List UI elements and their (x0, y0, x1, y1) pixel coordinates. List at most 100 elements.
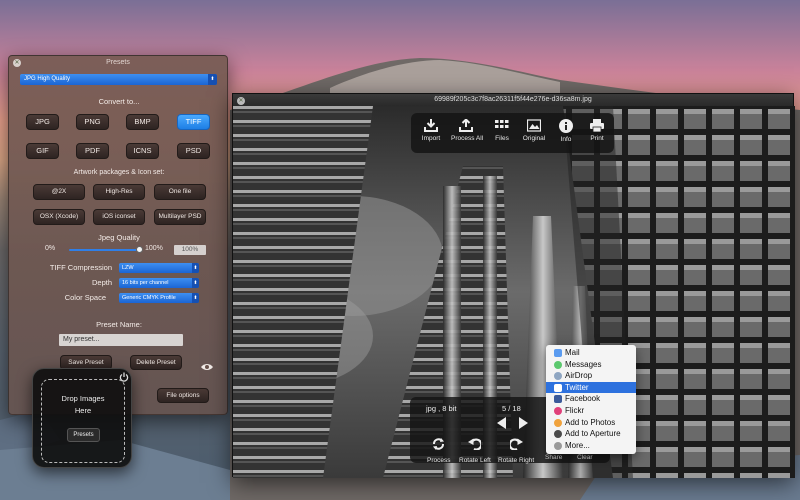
format-button-psd[interactable]: PSD (177, 143, 210, 159)
eye-icon[interactable] (201, 363, 213, 371)
drop-images-widget[interactable]: Drop Images Here Presets (32, 368, 132, 468)
mail-icon (554, 349, 562, 357)
format-button-tiff[interactable]: TIFF (177, 114, 210, 130)
artwork-button-highres[interactable]: High-Res (93, 184, 145, 200)
depth-select[interactable]: 16 bits per channel ⬍ (119, 278, 199, 288)
preset-dropdown-value: JPG High Quality (24, 76, 71, 82)
process-label: Process (427, 457, 451, 464)
quality-min-label: 0% (45, 245, 56, 252)
artwork-button-psd[interactable]: Multilayer PSD (154, 209, 206, 225)
more-icon (554, 441, 562, 450)
facebook-icon (554, 395, 562, 404)
original-button[interactable]: Original (519, 119, 549, 142)
process-all-button[interactable]: Process All (451, 119, 483, 142)
artwork-button-osx[interactable]: OSX (Xcode) (33, 209, 85, 225)
share-item-label: AirDrop (565, 371, 593, 381)
import-label: Import (421, 135, 441, 142)
share-label: Share (545, 454, 563, 461)
share-item-label: Messages (565, 359, 602, 369)
artwork-button-ios[interactable]: iOS iconset (93, 209, 145, 225)
chevron-updown-icon: ⬍ (192, 263, 199, 273)
process-button[interactable]: Process (427, 437, 450, 464)
clear-label: Clear (577, 454, 593, 461)
files-button[interactable]: Files (487, 119, 517, 142)
share-item-add-to-aperture[interactable]: Add to Aperture (546, 428, 636, 440)
color-space-select[interactable]: Generic CMYK Profile ⬍ (119, 293, 199, 303)
viewer-toolbar: Import Process All Files Original Info P… (411, 113, 614, 153)
import-button[interactable]: Import (416, 119, 446, 142)
share-item-label: Add to Aperture (565, 429, 621, 439)
share-item-airdrop[interactable]: AirDrop (546, 370, 636, 382)
image-icon (527, 119, 541, 132)
drop-text-line-1: Drop Images (61, 394, 105, 403)
drop-presets-button[interactable]: Presets (67, 428, 100, 442)
files-label: Files (495, 135, 509, 142)
drop-zone[interactable] (41, 379, 125, 463)
share-item-more[interactable]: More... (546, 440, 636, 452)
share-item-twitter[interactable]: Twitter (546, 381, 636, 394)
artwork-button-2x[interactable]: @2X (33, 184, 85, 200)
printer-icon (590, 119, 604, 132)
rotate-left-icon (468, 438, 483, 451)
share-menu: Mail Messages AirDrop Twitter Facebook F… (546, 345, 636, 454)
color-space-label: Color Space (64, 293, 106, 302)
quality-max-label: 100% (145, 245, 163, 252)
artwork-button-onefile[interactable]: One file (154, 184, 206, 200)
convert-to-label: Convert to... (98, 97, 140, 106)
previous-arrow-icon[interactable] (497, 417, 506, 429)
share-item-label: Add to Photos (565, 417, 616, 427)
share-item-messages[interactable]: Messages (546, 359, 636, 371)
viewer-title: 69989f205c3c7f8ac26311f5f44e276e-d36sa8m… (434, 96, 592, 103)
quality-slider-knob[interactable] (136, 246, 143, 253)
twitter-icon (554, 383, 562, 392)
share-item-mail[interactable]: Mail (546, 347, 636, 359)
page-counter: 5 / 18 (502, 404, 521, 413)
tiff-compression-select[interactable]: LZW ⬍ (119, 263, 199, 273)
jpeg-quality-label: Jpeg Quality (98, 233, 140, 242)
viewer-title-bar: ✕ 69989f205c3c7f8ac26311f5f44e276e-d36sa… (233, 94, 793, 106)
rotate-right-icon (508, 438, 523, 451)
quality-value-field[interactable]: 100% (174, 245, 206, 255)
depth-value: 16 bits per channel (122, 280, 169, 286)
rotate-left-button[interactable]: Rotate Left (459, 437, 491, 464)
artwork-label: Artwork packages & Icon set: (73, 169, 165, 176)
next-arrow-icon[interactable] (519, 417, 528, 429)
chevron-updown-icon: ⬍ (192, 293, 199, 303)
share-item-facebook[interactable]: Facebook (546, 393, 636, 405)
quality-slider-track[interactable] (69, 249, 141, 251)
delete-preset-button[interactable]: Delete Preset (130, 355, 182, 370)
upload-icon (459, 119, 473, 132)
refresh-icon (433, 438, 445, 450)
close-icon[interactable]: ✕ (13, 59, 21, 67)
share-item-flickr[interactable]: Flickr (546, 405, 636, 417)
print-button[interactable]: Print (582, 119, 612, 142)
color-space-value: Generic CMYK Profile (122, 295, 176, 301)
file-options-button[interactable]: File options (157, 388, 209, 403)
tiff-compression-label: TIFF Compression (49, 263, 112, 272)
format-button-icns[interactable]: ICNS (126, 143, 159, 159)
info-icon (559, 119, 573, 133)
share-item-add-to-photos[interactable]: Add to Photos (546, 417, 636, 429)
aperture-icon (554, 430, 562, 439)
chevron-updown-icon: ⬍ (192, 278, 199, 288)
share-item-label: More... (565, 440, 590, 450)
preset-name-label: Preset Name: (96, 320, 142, 329)
share-item-label: Mail (565, 348, 580, 357)
rotate-right-button[interactable]: Rotate Right (498, 437, 534, 464)
flickr-icon (554, 406, 562, 415)
import-icon (424, 119, 438, 132)
format-button-gif[interactable]: GIF (26, 143, 59, 159)
info-label: Info (560, 136, 572, 143)
format-button-pdf[interactable]: PDF (76, 143, 109, 159)
messages-icon (554, 360, 562, 369)
preset-dropdown[interactable]: JPG High Quality ⬍ (20, 74, 217, 85)
format-button-bmp[interactable]: BMP (126, 114, 159, 130)
format-button-jpg[interactable]: JPG (26, 114, 59, 130)
preset-name-input[interactable]: My preset... (59, 334, 183, 346)
format-button-png[interactable]: PNG (76, 114, 109, 130)
share-item-label: Facebook (565, 394, 601, 404)
close-icon[interactable]: ✕ (237, 97, 245, 105)
info-button[interactable]: Info (551, 119, 581, 143)
chevron-updown-icon: ⬍ (208, 74, 217, 85)
depth-label: Depth (91, 278, 112, 287)
